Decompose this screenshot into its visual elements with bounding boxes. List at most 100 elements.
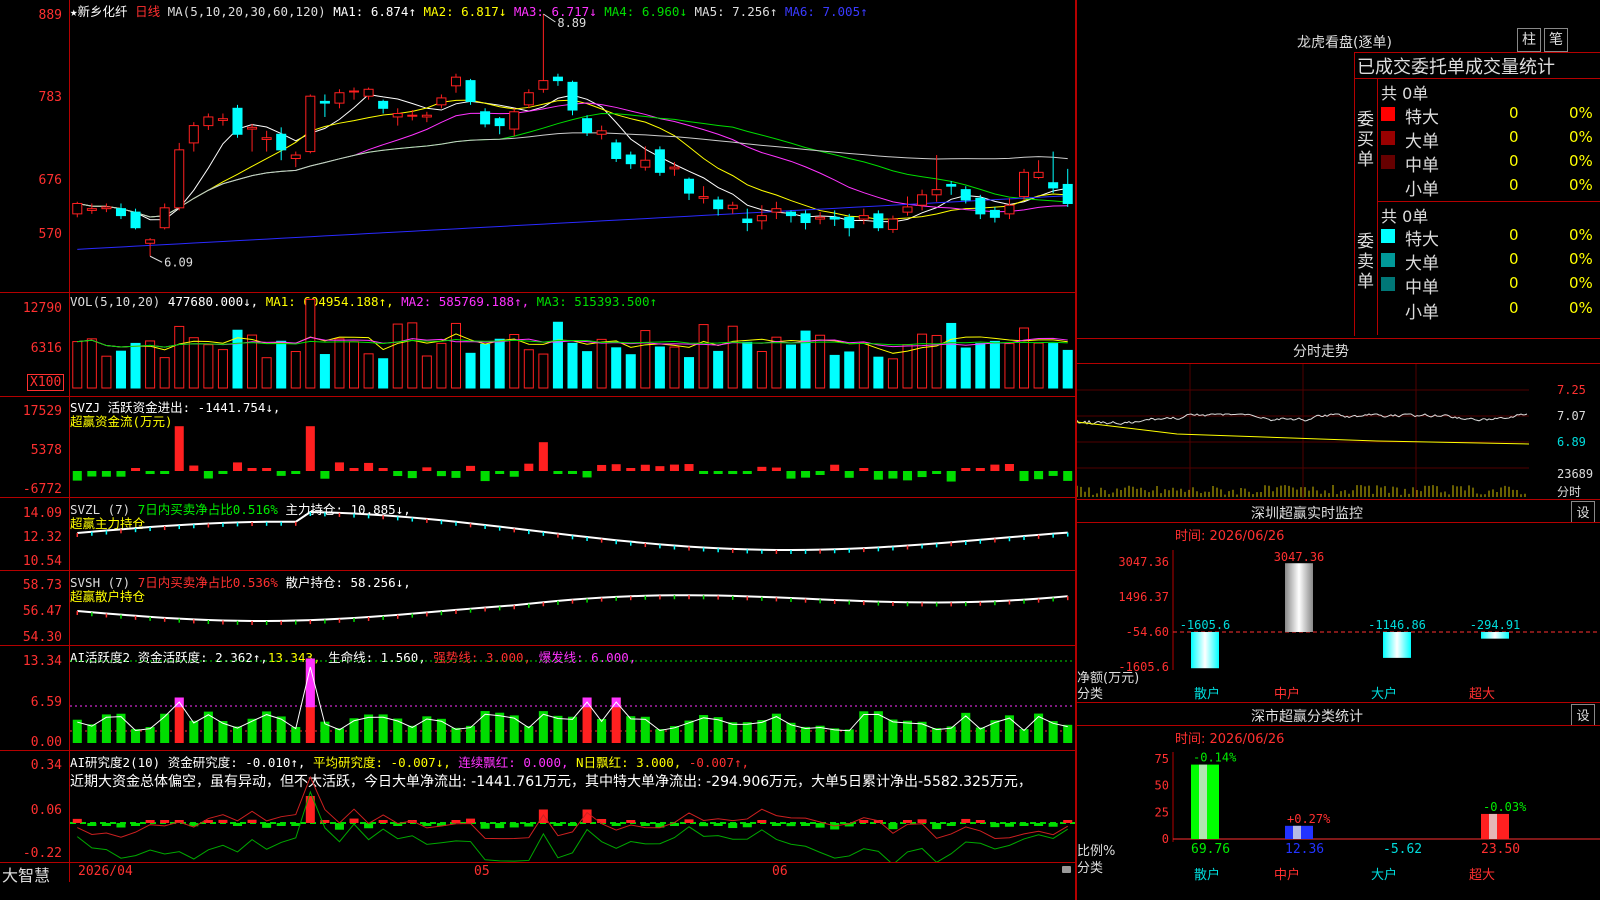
class-ytick: 50 (1155, 779, 1169, 793)
svzl-line-chart[interactable] (70, 498, 1075, 570)
flow-bar (320, 471, 330, 479)
flow-bar (160, 471, 170, 474)
research-bar (480, 823, 490, 829)
research-bar (859, 820, 869, 823)
active-bar (131, 729, 141, 743)
candle-body (800, 213, 811, 224)
research-bar (262, 823, 272, 828)
research-bar (786, 823, 796, 827)
candle-body (232, 107, 243, 135)
active-bar (116, 713, 126, 743)
monitor-ytick: -54.60 (1126, 625, 1169, 639)
buy-m-label: 中单 (1405, 156, 1439, 176)
intraday-ytick: 6.89 (1557, 435, 1586, 449)
monitor-value-label: 3047.36 (1274, 550, 1325, 564)
class-title: 深市超赢分类统计 (1251, 709, 1363, 725)
class-ytick: 0 (1162, 832, 1169, 846)
class-bottom-label: -5.62 (1383, 842, 1422, 857)
vol-ytick: 12790 (22, 301, 62, 316)
candle-body (946, 183, 957, 187)
active-bar (830, 728, 840, 743)
volume-bar (887, 358, 898, 389)
research-bar (713, 823, 723, 826)
svzj-flow-chart[interactable] (70, 397, 1075, 497)
x-axis-label-may: 05 (474, 864, 490, 879)
intraday-chart[interactable] (1077, 364, 1600, 498)
volume-bar (523, 349, 534, 389)
volume-bar (625, 354, 636, 389)
flow-bar (334, 462, 344, 471)
svsh-line-chart[interactable] (70, 571, 1075, 645)
volume-bar (1004, 343, 1015, 389)
research-bar (990, 823, 1000, 828)
research-bar (888, 823, 898, 830)
retail-position-line (77, 594, 1068, 622)
volume-bar-chart[interactable] (70, 293, 1075, 396)
flow-bar (961, 468, 971, 471)
active-bar (597, 718, 607, 743)
monitor-settings-button[interactable]: 设 (1571, 501, 1595, 523)
candle-body (960, 189, 971, 201)
class-ytick: 75 (1155, 752, 1169, 766)
buy-xl-count: 0 (1509, 104, 1519, 122)
flow-bar (101, 471, 111, 477)
volume-bar (450, 322, 461, 389)
active-bar (1063, 724, 1073, 743)
candle-body (203, 116, 214, 127)
active-bar (87, 724, 97, 743)
flow-bar (203, 471, 213, 479)
flow-bar (873, 471, 883, 480)
monitor-ytick: 3047.36 (1118, 555, 1169, 569)
research-bar (334, 823, 344, 830)
price-candlestick-chart[interactable]: 8.89 6.09 (70, 0, 1075, 292)
volume-bar (946, 322, 957, 389)
research-bar (946, 823, 956, 826)
main-chart-area[interactable]: ★新乡化纤 日线 MA(5,10,20,30,60,120) MA1: 6.87… (0, 0, 1077, 900)
research-bar (699, 823, 709, 827)
ai-research-chart[interactable] (70, 751, 1075, 862)
volume-bar (538, 353, 549, 389)
monitor-bar-chart[interactable]: 3047.361496.37-54.60-1605.6-1605.63047.3… (1077, 540, 1600, 700)
class-bottom-label: 12.36 (1285, 842, 1324, 857)
active-bar (451, 727, 461, 743)
candle-body (247, 126, 258, 130)
class-bar-highlight (1199, 764, 1207, 839)
class-bar-chart[interactable]: 75 50 25 0 -0.14% 69.76 +0.27% 12.36 -5.62 -0.03%… (1077, 742, 1600, 882)
candle-body (829, 216, 840, 220)
buy-xl-label: 特大 (1405, 108, 1439, 128)
research-bar (932, 823, 942, 830)
volume-bar (771, 336, 782, 389)
research-bar (451, 820, 461, 823)
volume-bar (392, 323, 403, 389)
candle-body (421, 114, 432, 118)
candle-body (815, 216, 826, 220)
volume-bar (86, 338, 97, 389)
volume-bar (174, 325, 185, 389)
research-red-line (77, 775, 1068, 840)
burst-bar (305, 658, 315, 708)
flow-bar (262, 468, 272, 471)
pen-mode-button[interactable]: 笔 (1544, 28, 1568, 52)
buy-m-swatch (1381, 155, 1395, 169)
flow-bar (888, 471, 898, 479)
candle-body (887, 218, 898, 230)
candle-body (1019, 171, 1030, 198)
volume-bar (334, 338, 345, 389)
monitor-cat-large: 大户 (1371, 687, 1398, 702)
flow-bar (946, 471, 956, 482)
active-bar (232, 726, 243, 743)
class-xlabel: 分类 (1077, 861, 1104, 876)
volume-bar (800, 330, 811, 389)
research-bar (757, 820, 767, 823)
volume-bar (727, 325, 738, 389)
class-settings-button[interactable]: 设 (1571, 704, 1595, 726)
monitor-cat-retail: 散户 (1194, 687, 1221, 702)
active-bar (553, 715, 563, 743)
monitor-bar (1285, 563, 1313, 632)
bar-mode-button[interactable]: 柱 (1517, 28, 1541, 52)
lock-icon[interactable] (1062, 866, 1071, 873)
candle-body (611, 142, 622, 159)
ai-active-chart[interactable] (70, 646, 1075, 750)
right-panel: 龙虎看盘(逐单) 柱 笔 已成交委托单成交量统计 委买单 委卖单 共 0单 共 … (1077, 0, 1600, 900)
volume-bar (130, 342, 141, 389)
